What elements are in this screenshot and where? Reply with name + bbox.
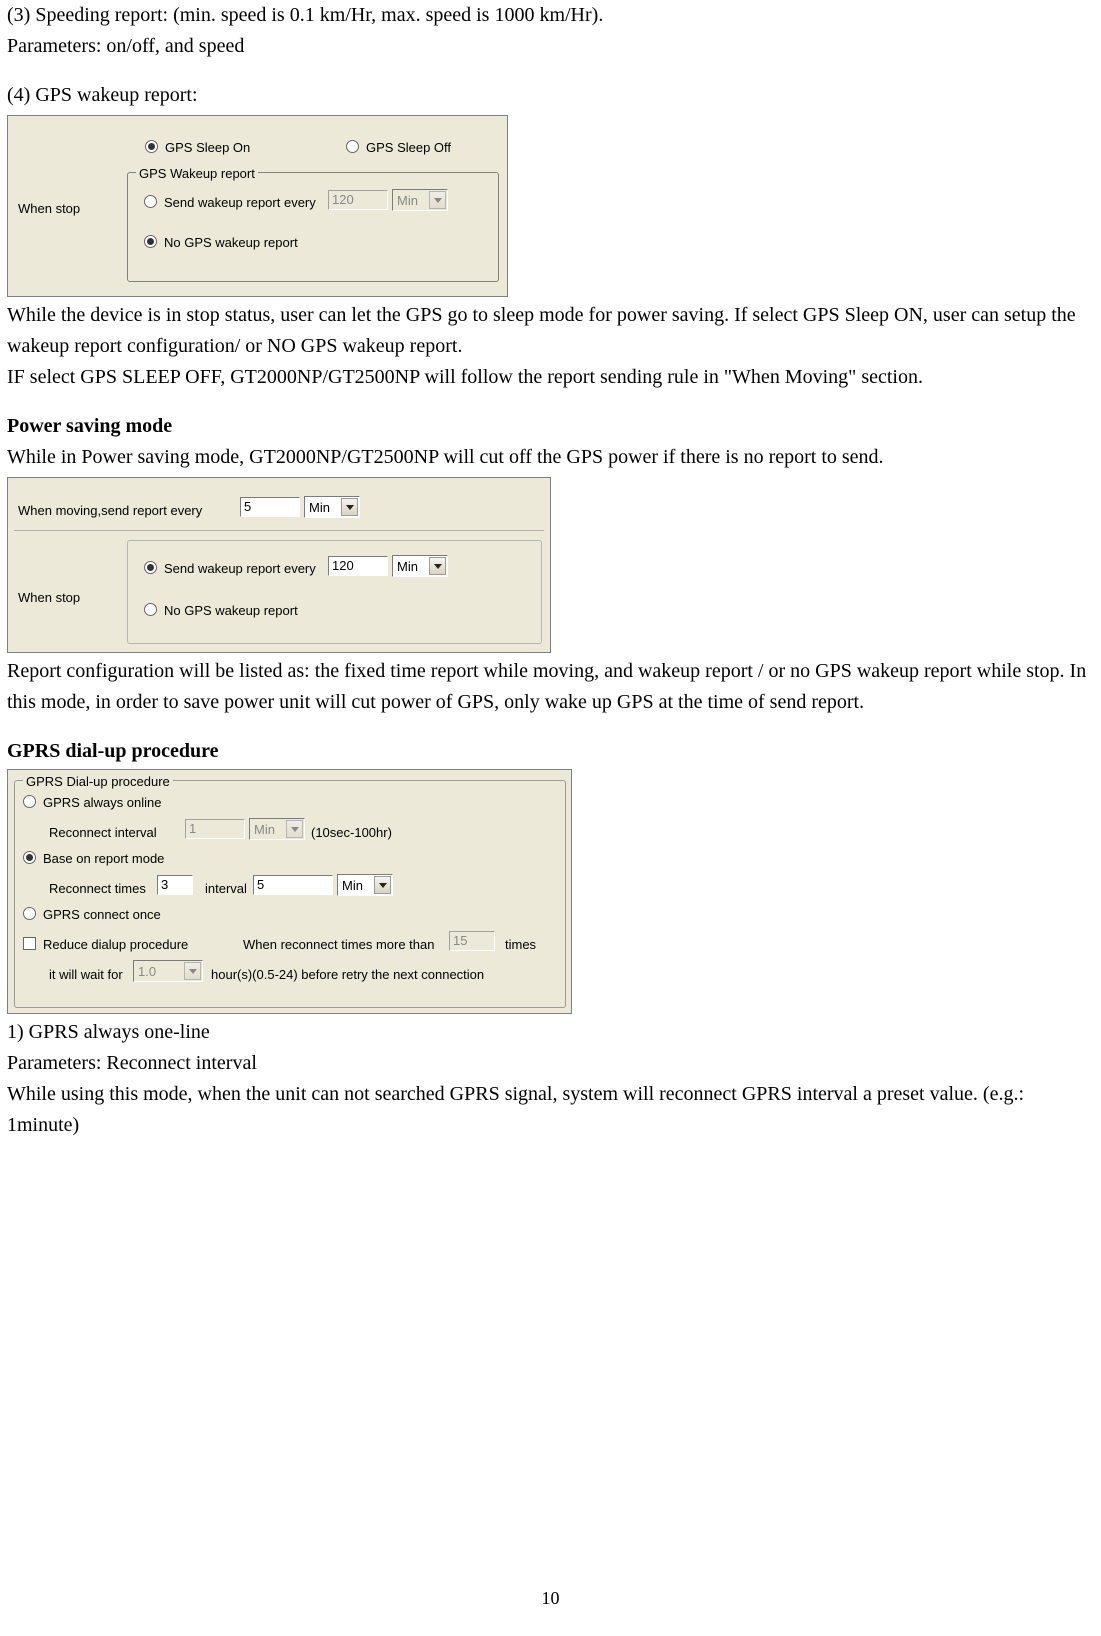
- groupbox-gps-wakeup-report: GPS Wakeup report Send wakeup report eve…: [127, 172, 499, 282]
- panel-power-saving: When moving,send report every 5 Min When…: [7, 477, 551, 653]
- when-stop-label: When stop: [18, 199, 80, 219]
- chevron-down-icon: [374, 876, 391, 894]
- radio-label: GPRS connect once: [43, 905, 161, 925]
- dropdown-interval-unit[interactable]: Min: [337, 874, 393, 896]
- label: it will wait for: [49, 965, 123, 985]
- reconnect-interval-label: Reconnect interval: [49, 823, 157, 843]
- when-moving-label: When moving,send report every: [18, 501, 202, 521]
- dropdown-value: Min: [397, 192, 418, 210]
- chevron-down-icon: [286, 820, 303, 838]
- radio-gprs-connect-once[interactable]: [23, 907, 36, 920]
- radio-no-gps-wakeup[interactable]: [144, 603, 157, 616]
- radio-send-wakeup-every[interactable]: [144, 195, 157, 208]
- chevron-down-icon: [341, 498, 358, 516]
- dropdown-value: Min: [309, 499, 330, 517]
- dropdown-wakeup-unit[interactable]: Min: [392, 555, 448, 577]
- paragraph: Report configuration will be listed as: …: [7, 656, 1099, 718]
- groupbox-title: GPRS Dial-up procedure: [23, 772, 173, 792]
- paragraph: While using this mode, when the unit can…: [7, 1079, 1099, 1141]
- radio-gps-sleep-on[interactable]: [145, 140, 158, 153]
- dropdown-value: 1.0: [138, 963, 156, 981]
- groupbox-gprs-dialup: GPRS Dial-up procedure GPRS always onlin…: [14, 780, 566, 1008]
- radio-gps-sleep-off[interactable]: [346, 140, 359, 153]
- when-stop-label: When stop: [18, 588, 80, 608]
- dropdown-value: Min: [342, 877, 363, 895]
- paragraph: While the device is in stop status, user…: [7, 300, 1099, 362]
- paragraph: 1) GPRS always one-line: [7, 1017, 1099, 1048]
- paragraph: Parameters: on/off, and speed: [7, 31, 1099, 62]
- paragraph: While in Power saving mode, GT2000NP/GT2…: [7, 442, 1099, 473]
- heading: Power saving mode: [7, 411, 1099, 442]
- input-more-than[interactable]: 15: [449, 931, 495, 951]
- radio-label: GPS Sleep On: [165, 138, 250, 158]
- dropdown-moving-unit[interactable]: Min: [304, 496, 360, 518]
- radio-label: Send wakeup report every: [164, 193, 316, 213]
- panel-gps-wakeup: When stop GPS Sleep On GPS Sleep Off GPS…: [7, 115, 508, 297]
- radio-gprs-always-online[interactable]: [23, 795, 36, 808]
- paragraph: Parameters: Reconnect interval: [7, 1048, 1099, 1079]
- label: When reconnect times more than: [243, 935, 434, 955]
- radio-base-on-report-mode[interactable]: [23, 851, 36, 864]
- radio-label: GPRS always online: [43, 793, 162, 813]
- reconnect-times-label: Reconnect times: [49, 879, 146, 899]
- input-wakeup-interval[interactable]: 120: [328, 556, 388, 576]
- groupbox-title: GPS Wakeup report: [136, 164, 258, 184]
- input-moving-interval[interactable]: 5: [240, 497, 300, 517]
- radio-label: Base on report mode: [43, 849, 164, 869]
- paragraph: (3) Speeding report: (min. speed is 0.1 …: [7, 0, 1099, 31]
- dropdown-value: Min: [254, 821, 275, 839]
- reconnect-interval-range: (10sec-100hr): [311, 823, 392, 843]
- page-number: 10: [0, 1585, 1101, 1613]
- checkbox-reduce-dialup[interactable]: [23, 937, 36, 950]
- label: hour(s)(0.5-24) before retry the next co…: [211, 965, 484, 985]
- dropdown-wait-hours[interactable]: 1.0: [133, 960, 203, 982]
- paragraph: (4) GPS wakeup report:: [7, 80, 1099, 111]
- radio-label: GPS Sleep Off: [366, 138, 451, 158]
- input-reconnect-times[interactable]: 3: [157, 875, 193, 895]
- radio-send-wakeup-every[interactable]: [144, 561, 157, 574]
- radio-no-gps-wakeup[interactable]: [144, 235, 157, 248]
- radio-label: No GPS wakeup report: [164, 233, 298, 253]
- heading: GPRS dial-up procedure: [7, 736, 1099, 767]
- input-reconnect-interval2[interactable]: 5: [253, 875, 333, 895]
- panel-gprs-dialup: GPRS Dial-up procedure GPRS always onlin…: [7, 769, 572, 1014]
- label: times: [505, 935, 536, 955]
- groupbox-stop-options: Send wakeup report every 120 Min No GPS …: [127, 540, 542, 644]
- input-reconnect-interval[interactable]: 1: [185, 819, 245, 839]
- input-wakeup-interval[interactable]: 120: [328, 190, 388, 210]
- paragraph: IF select GPS SLEEP OFF, GT2000NP/GT2500…: [7, 362, 1099, 393]
- radio-label: No GPS wakeup report: [164, 601, 298, 621]
- dropdown-wakeup-unit[interactable]: Min: [392, 189, 448, 211]
- chevron-down-icon: [184, 962, 201, 980]
- divider: [14, 530, 544, 531]
- dropdown-value: Min: [397, 558, 418, 576]
- radio-label: Send wakeup report every: [164, 559, 316, 579]
- checkbox-label: Reduce dialup procedure: [43, 935, 188, 955]
- dropdown-reconnect-unit[interactable]: Min: [249, 818, 305, 840]
- chevron-down-icon: [429, 557, 446, 575]
- chevron-down-icon: [429, 191, 446, 209]
- interval-label: interval: [205, 879, 247, 899]
